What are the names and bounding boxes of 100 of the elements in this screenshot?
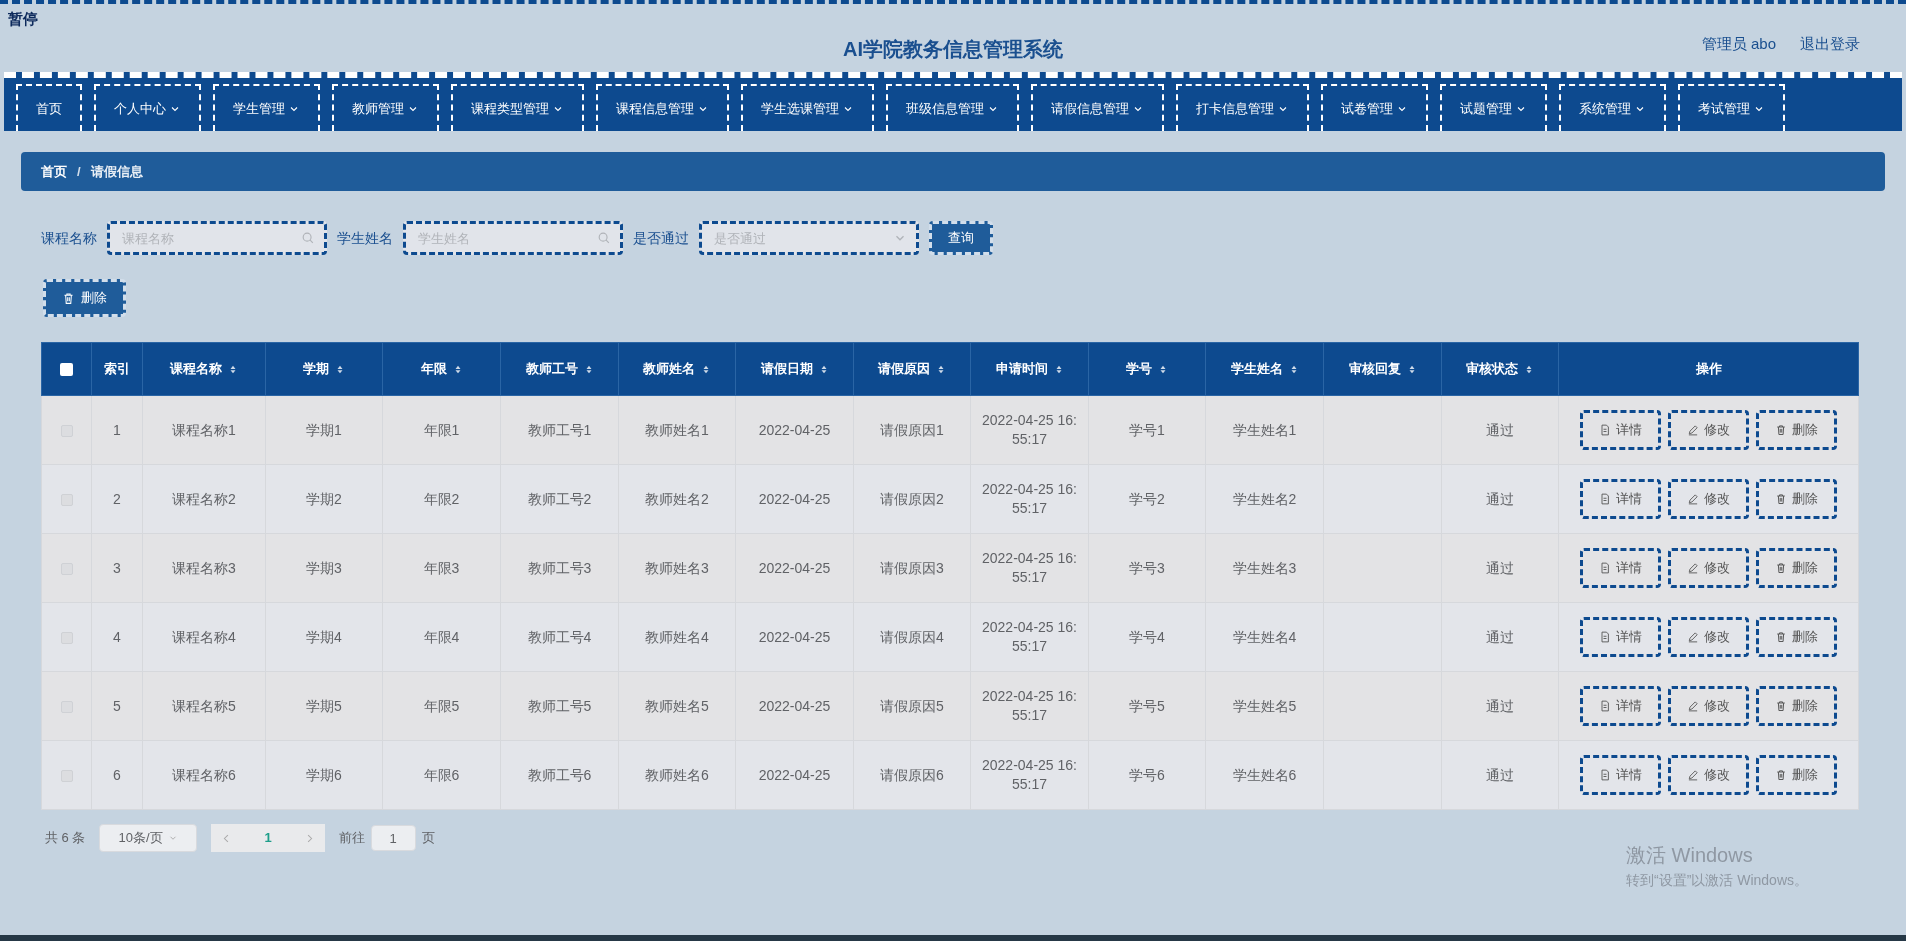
table-cell: 教师姓名3 <box>645 559 709 576</box>
row-action-button[interactable]: 修改 <box>1668 686 1749 726</box>
row-action-button[interactable]: 删除 <box>1756 410 1837 450</box>
table-cell: 年限1 <box>423 421 460 438</box>
table-cell: 课程名称4 <box>172 628 236 645</box>
row-action-button[interactable]: 修改 <box>1668 755 1749 795</box>
document-icon <box>1599 769 1611 781</box>
table-cell: 课程名称6 <box>172 766 236 783</box>
table-cell: 请假原因4 <box>880 628 944 645</box>
document-icon <box>1599 562 1611 574</box>
row-action-button[interactable]: 删除 <box>1756 548 1837 588</box>
search-button[interactable]: 查询 <box>929 221 993 255</box>
table-cell: 课程名称2 <box>172 490 236 507</box>
nav-item[interactable]: 个人中心 <box>94 84 201 131</box>
table-cell: 学期1 <box>306 421 342 438</box>
nav-item[interactable]: 考试管理 <box>1678 84 1785 131</box>
column-header[interactable]: 学期 <box>303 359 345 379</box>
nav-item[interactable]: 试卷管理 <box>1321 84 1428 131</box>
row-action-button[interactable]: 删除 <box>1756 617 1837 657</box>
filter-label: 课程名称 <box>41 228 97 248</box>
row-action-button[interactable]: 删除 <box>1756 479 1837 519</box>
row-action-button[interactable]: 删除 <box>1756 755 1837 795</box>
table-cell: 2022-04-25 <box>758 697 831 714</box>
breadcrumb-item[interactable]: 首页 <box>41 161 67 182</box>
table-cell: 学生姓名5 <box>1232 697 1297 714</box>
table-cell: 年限6 <box>423 766 460 783</box>
table-cell: 2022-04-25 <box>758 490 831 507</box>
app-title: AI学院教务信息管理系统 <box>843 37 1063 62</box>
table-cell: 5 <box>113 697 121 714</box>
page-size-select[interactable]: 10条/页 <box>99 824 198 852</box>
nav-item[interactable]: 请假信息管理 <box>1031 84 1164 131</box>
column-header[interactable]: 年限 <box>420 359 463 379</box>
row-action-button[interactable]: 详情 <box>1580 755 1661 795</box>
table-cell: 教师工号2 <box>527 490 592 507</box>
nav-item[interactable]: 系统管理 <box>1559 84 1666 131</box>
table-cell: 教师姓名2 <box>645 490 709 507</box>
table-cell: 2022-04-25 16:55:17 <box>982 550 1077 585</box>
table-cell: 学生姓名3 <box>1232 559 1297 576</box>
table-cell: 年限2 <box>423 490 460 507</box>
nav-item[interactable]: 学生管理 <box>213 84 320 131</box>
column-header[interactable]: 学号 <box>1126 359 1168 379</box>
table-cell: 学号4 <box>1129 628 1165 645</box>
pencil-icon <box>1687 700 1699 712</box>
table-cell: 2022-04-25 <box>758 628 831 645</box>
sort-icon <box>335 363 345 375</box>
goto-label: 前往 <box>338 829 365 848</box>
row-action-button[interactable]: 详情 <box>1580 686 1661 726</box>
row-action-button[interactable]: 详情 <box>1580 479 1661 519</box>
trash-icon <box>62 291 75 305</box>
table-cell: 教师工号3 <box>527 559 592 576</box>
trash-icon <box>1775 424 1787 436</box>
breadcrumb-separator: / <box>77 162 81 181</box>
row-action-button[interactable]: 修改 <box>1668 617 1749 657</box>
table-cell: 学期5 <box>306 697 342 714</box>
table-cell: 学生姓名4 <box>1232 628 1297 645</box>
table-cell: 学号3 <box>1129 559 1165 576</box>
nav-item[interactable]: 班级信息管理 <box>886 84 1019 131</box>
activation-subtitle: 转到“设置”以激活 Windows。 <box>1626 871 1808 890</box>
row-action-button[interactable]: 详情 <box>1580 410 1661 450</box>
delete-button[interactable]: 删除 <box>43 279 126 317</box>
table-cell: 请假原因2 <box>880 490 944 507</box>
select-all-checkbox[interactable] <box>60 363 73 377</box>
table-cell: 2022-04-25 16:55:17 <box>982 757 1077 792</box>
table-cell: 学号6 <box>1129 766 1165 783</box>
table-cell: 教师工号1 <box>527 421 592 438</box>
table-cell: 通过 <box>1486 490 1514 507</box>
nav-item[interactable]: 课程信息管理 <box>596 84 729 131</box>
document-icon <box>1599 493 1611 505</box>
pencil-icon <box>1687 631 1699 643</box>
document-icon <box>1599 424 1611 436</box>
nav-item[interactable]: 打卡信息管理 <box>1176 84 1309 131</box>
nav-item[interactable]: 学生选课管理 <box>741 84 874 131</box>
trash-icon <box>1775 700 1787 712</box>
row-action-button[interactable]: 修改 <box>1668 479 1749 519</box>
table-cell: 学期4 <box>306 628 342 645</box>
row-action-button[interactable]: 修改 <box>1668 548 1749 588</box>
table-cell: 通过 <box>1486 697 1514 714</box>
row-action-button[interactable]: 删除 <box>1756 686 1837 726</box>
filter-label: 是否通过 <box>633 228 689 248</box>
nav-item[interactable]: 课程类型管理 <box>451 84 584 131</box>
row-action-button[interactable]: 修改 <box>1668 410 1749 450</box>
table-cell: 3 <box>113 559 121 576</box>
page-input[interactable]: 1 <box>370 825 416 851</box>
trash-icon <box>1775 631 1787 643</box>
table-cell: 年限4 <box>423 628 460 645</box>
table-cell: 2022-04-25 <box>758 766 831 783</box>
nav-item[interactable]: 试题管理 <box>1440 84 1547 131</box>
total-count: 共 6 条 <box>45 829 86 848</box>
table-cell: 课程名称3 <box>172 559 236 576</box>
logout-link[interactable]: 退出登录 <box>1800 32 1860 56</box>
goto-suffix: 页 <box>421 829 435 848</box>
table-cell: 2022-04-25 16:55:17 <box>982 481 1077 516</box>
nav-item[interactable]: 教师管理 <box>332 84 439 131</box>
table-cell: 学号5 <box>1129 697 1165 714</box>
row-action-button[interactable]: 详情 <box>1580 548 1661 588</box>
sort-icon <box>1524 363 1534 375</box>
nav-item[interactable]: 首页 <box>16 84 82 131</box>
table-cell: 2022-04-25 <box>758 421 831 438</box>
table-cell: 教师工号4 <box>527 628 592 645</box>
row-action-button[interactable]: 详情 <box>1580 617 1661 657</box>
